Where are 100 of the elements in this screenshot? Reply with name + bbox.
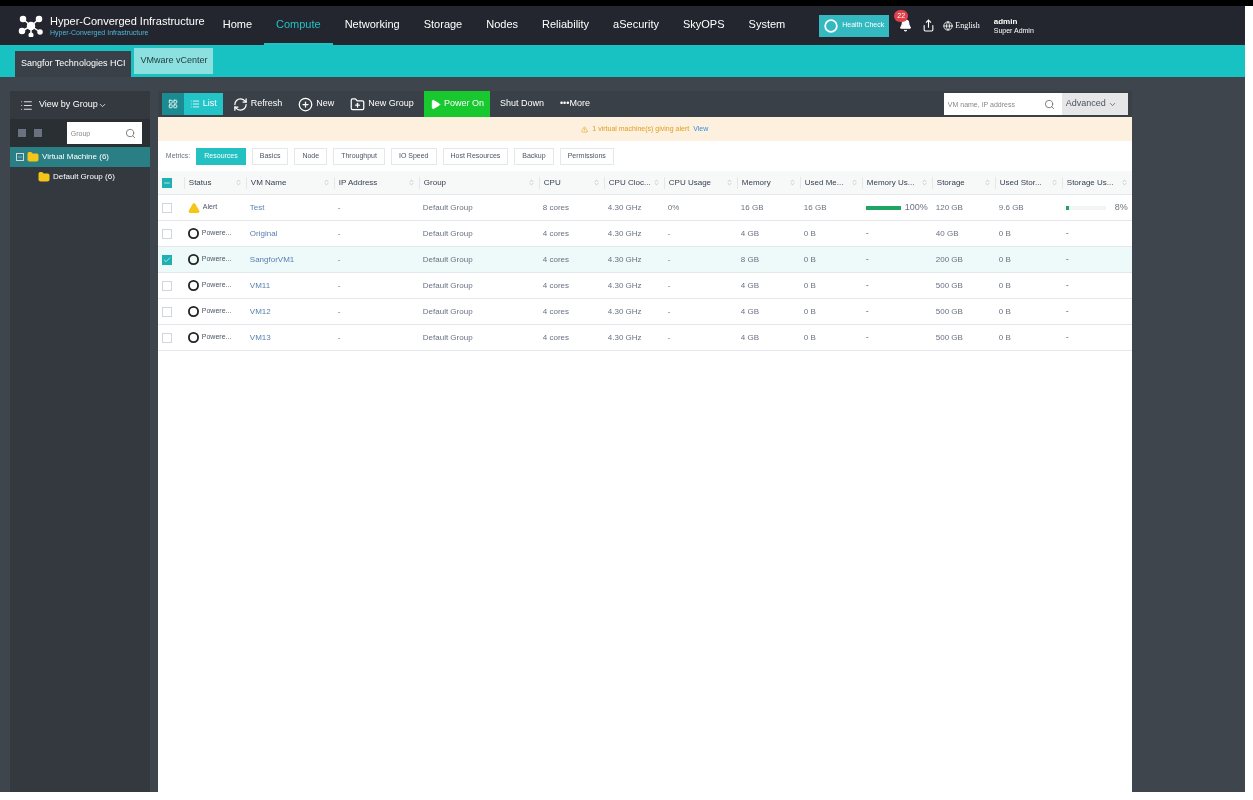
sort-icon[interactable] [527, 179, 535, 186]
vm-name-link[interactable]: SangforVM1 [245, 253, 334, 266]
table-cell-text: 16 GB [739, 201, 765, 214]
sort-icon[interactable] [234, 179, 242, 186]
sort-icon[interactable] [725, 179, 733, 186]
table-cell-text: Default Group [421, 227, 474, 240]
collapse-all-icon[interactable] [34, 129, 42, 137]
row-checkbox[interactable] [161, 254, 172, 265]
row-checkbox[interactable] [161, 332, 172, 343]
table-cell-text: Default Group [421, 305, 474, 318]
column-header[interactable]: Memory [736, 176, 800, 189]
nav-tab[interactable]: System [736, 6, 798, 45]
table-cell-text: 4 cores [541, 279, 571, 292]
table-cell-text: 4 cores [541, 305, 571, 318]
vm-name-link[interactable]: VM13 [245, 331, 334, 344]
power-off-icon [187, 306, 199, 317]
tree-view-icon [20, 98, 33, 112]
table-cell-text: 4 cores [541, 331, 571, 344]
vm-name-link[interactable]: Original [245, 227, 334, 240]
column-header[interactable]: Group [418, 176, 539, 189]
advanced-dropdown[interactable]: Advanced [1061, 93, 1128, 115]
bell-icon[interactable] [899, 19, 913, 32]
language-link[interactable]: English [955, 19, 980, 32]
globe-icon [943, 20, 954, 31]
platform-tab[interactable]: Sangfor Technologies HCI [15, 51, 132, 77]
platform-tab[interactable]: VMware vCenter [134, 48, 214, 74]
toolbar-button[interactable]: Refresh [226, 91, 289, 117]
nav-tab[interactable]: Nodes [474, 6, 531, 45]
column-header[interactable]: VM Name [245, 176, 334, 189]
sort-icon[interactable] [592, 179, 600, 186]
toolbar-button[interactable]: Shut Down [493, 91, 550, 117]
power-off-icon [187, 254, 199, 265]
table-cell-text: 8 cores [541, 201, 571, 214]
plus-icon [298, 96, 314, 112]
column-header[interactable]: CPU Cloc... [603, 176, 664, 189]
nav-tab[interactable]: Networking [332, 6, 412, 45]
toolbar-button[interactable]: •••More [553, 91, 596, 117]
sort-icon[interactable] [1120, 179, 1128, 186]
nav-tab[interactable]: Home [210, 6, 265, 45]
toolbar-button[interactable]: New [292, 91, 341, 117]
table-cell-text: 4 GB [739, 279, 761, 292]
grid-icon [167, 99, 178, 109]
row-checkbox[interactable] [161, 306, 172, 317]
nav-tab[interactable]: SkyOPS [670, 6, 737, 45]
table-cell-text: - [336, 253, 342, 266]
table-cell-text: Default Group [421, 253, 474, 266]
table-cell-text: 0 B [997, 331, 1012, 344]
table-cell-text: - [666, 253, 672, 266]
column-header[interactable]: Used Stor... [994, 176, 1062, 189]
table-cell-text: 0 B [997, 279, 1012, 292]
toolbar-button[interactable]: New Group [344, 91, 420, 117]
tree-item[interactable]: Virtual Machine (6) [10, 147, 150, 167]
nav-tab[interactable]: Reliability [530, 6, 602, 45]
table-cell-text: 4.30 GHz [606, 331, 643, 344]
play-icon [429, 98, 441, 110]
app-title: Hyper-Converged Infrastructure [50, 14, 205, 28]
column-header[interactable]: Storage [931, 176, 995, 189]
tree-item[interactable]: Default Group (6) [10, 167, 150, 187]
view-mode-button[interactable] [161, 93, 184, 115]
column-header[interactable]: Status [183, 176, 246, 189]
table-cell-text: - [864, 278, 870, 292]
sort-icon[interactable] [407, 179, 415, 186]
sort-icon[interactable] [920, 179, 928, 186]
user-name[interactable]: admin [993, 16, 1034, 26]
view-by-group-dropdown[interactable]: View by Group [39, 98, 107, 112]
sort-icon[interactable] [1050, 179, 1058, 186]
vm-name-link[interactable]: Test [245, 201, 334, 214]
table-cell-text: - [1064, 252, 1070, 266]
row-checkbox[interactable] [161, 228, 172, 239]
sort-icon[interactable] [850, 179, 858, 186]
row-checkbox[interactable] [161, 280, 172, 291]
vm-name-link[interactable]: VM11 [245, 279, 334, 292]
table-cell-text: 4 GB [739, 331, 761, 344]
table-cell-text: 9.6 GB [997, 201, 1025, 214]
nav-tab[interactable]: aSecurity [601, 6, 671, 45]
table-cell-text: - [666, 331, 672, 344]
table-cell-text: 4 cores [541, 253, 571, 266]
column-header[interactable]: CPU Usage [663, 176, 737, 189]
table-cell-text: 0 B [997, 227, 1012, 240]
column-header[interactable]: Used Me... [799, 176, 862, 189]
sort-icon[interactable] [983, 179, 991, 186]
sort-icon[interactable] [788, 179, 796, 186]
table-cell-text: 4 GB [739, 227, 761, 240]
table-cell-text: 0 B [802, 279, 817, 292]
table-cell-text: 120 GB [934, 201, 964, 214]
select-all-checkbox[interactable] [161, 177, 172, 188]
expand-all-icon[interactable] [18, 129, 26, 137]
column-header[interactable]: Storage Us... [1061, 176, 1132, 189]
sort-icon[interactable] [652, 179, 660, 186]
column-header[interactable]: CPU [538, 176, 604, 189]
column-header[interactable]: IP Address [333, 176, 419, 189]
sort-icon[interactable] [322, 179, 330, 186]
row-checkbox[interactable] [161, 202, 172, 213]
collapse-toggle-icon[interactable] [16, 153, 24, 161]
table-cell-text: - [336, 305, 342, 318]
table-cell-text: 0 B [802, 227, 817, 240]
nav-tab[interactable]: Storage [411, 6, 475, 45]
column-header[interactable]: Memory Us... [861, 176, 932, 189]
vm-name-link[interactable]: VM12 [245, 305, 334, 318]
logo-icon [18, 14, 44, 37]
